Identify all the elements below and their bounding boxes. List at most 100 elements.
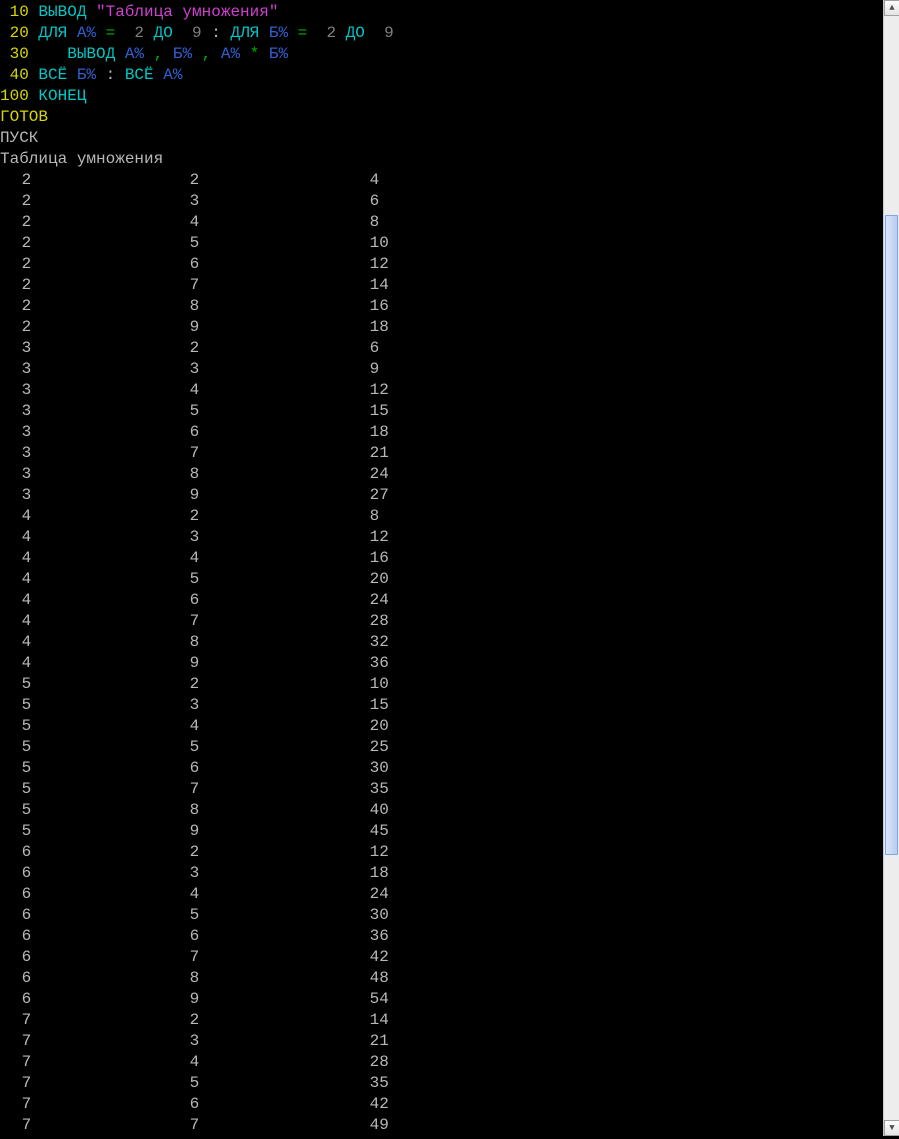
table-row: 3 2 6: [0, 338, 883, 359]
ready-prompt: ГОТОВ: [0, 107, 883, 128]
terminal-output[interactable]: 10 ВЫВОД "Таблица умножения" 20 ДЛЯ А% =…: [0, 0, 883, 1136]
table-row: 4 6 24: [0, 590, 883, 611]
table-row: 4 2 8: [0, 506, 883, 527]
col-product: 32: [360, 632, 389, 653]
col-a: 2: [0, 191, 180, 212]
code-token: ВСЁ: [38, 66, 76, 84]
col-a: 6: [0, 968, 180, 989]
col-product: 12: [360, 254, 389, 275]
col-a: 3: [0, 401, 180, 422]
table-row: 5 6 30: [0, 758, 883, 779]
col-product: 30: [360, 758, 389, 779]
col-b: 2: [180, 842, 360, 863]
col-product: 25: [360, 737, 389, 758]
col-product: 18: [360, 863, 389, 884]
table-row: 2 6 12: [0, 254, 883, 275]
col-product: 15: [360, 695, 389, 716]
line-number: 20: [0, 24, 38, 42]
col-a: 7: [0, 1094, 180, 1115]
code-token: ДО: [144, 24, 192, 42]
scroll-down-button[interactable]: ▼: [884, 1120, 899, 1136]
col-product: 42: [360, 947, 389, 968]
code-token: А%: [125, 45, 144, 63]
col-a: 3: [0, 338, 180, 359]
col-a: 7: [0, 1115, 180, 1136]
col-a: 6: [0, 926, 180, 947]
col-b: 5: [180, 737, 360, 758]
col-a: 2: [0, 296, 180, 317]
col-a: 5: [0, 737, 180, 758]
col-b: 9: [180, 989, 360, 1010]
table-row: 6 3 18: [0, 863, 883, 884]
col-b: 5: [180, 401, 360, 422]
col-a: 4: [0, 527, 180, 548]
col-b: 9: [180, 485, 360, 506]
code-token: Б%: [269, 45, 288, 63]
col-product: 18: [360, 422, 389, 443]
chevron-down-icon: ▼: [889, 1118, 894, 1139]
col-product: 12: [360, 380, 389, 401]
output-title-text: Таблица умножения: [0, 150, 163, 168]
scrollbar-thumb[interactable]: [885, 215, 898, 855]
table-row: 6 2 12: [0, 842, 883, 863]
col-product: 12: [360, 842, 389, 863]
col-b: 3: [180, 191, 360, 212]
code-token: [38, 45, 67, 63]
col-a: 2: [0, 170, 180, 191]
col-product: 24: [360, 884, 389, 905]
col-product: 16: [360, 296, 389, 317]
table-row: 7 3 21: [0, 1031, 883, 1052]
col-product: 20: [360, 569, 389, 590]
code-line: 100 КОНЕЦ: [0, 86, 883, 107]
col-b: 2: [180, 506, 360, 527]
code-token: А%: [77, 24, 96, 42]
col-product: 54: [360, 989, 389, 1010]
col-a: 4: [0, 569, 180, 590]
col-b: 3: [180, 1031, 360, 1052]
col-product: 24: [360, 464, 389, 485]
scroll-up-button[interactable]: ▲: [884, 0, 899, 16]
code-token: :: [96, 66, 125, 84]
code-token: ДЛЯ: [38, 24, 76, 42]
col-product: 36: [360, 653, 389, 674]
col-b: 2: [180, 674, 360, 695]
code-token: А%: [221, 45, 240, 63]
col-product: 16: [360, 548, 389, 569]
code-token: 2: [326, 24, 336, 42]
col-a: 2: [0, 212, 180, 233]
col-product: 14: [360, 275, 389, 296]
col-product: 35: [360, 1073, 389, 1094]
col-a: 3: [0, 464, 180, 485]
col-product: 6: [360, 191, 379, 212]
scrollbar-track[interactable]: [884, 16, 899, 1120]
col-a: 2: [0, 317, 180, 338]
code-token: Б%: [77, 66, 96, 84]
ready-text: ГОТОВ: [0, 108, 48, 126]
code-token: ДО: [336, 24, 384, 42]
col-product: 21: [360, 443, 389, 464]
code-token: *: [240, 45, 269, 63]
col-product: 28: [360, 611, 389, 632]
table-row: 3 6 18: [0, 422, 883, 443]
code-token: КОНЕЦ: [38, 87, 86, 105]
col-product: 35: [360, 779, 389, 800]
table-row: 7 7 49: [0, 1115, 883, 1136]
table-row: 2 9 18: [0, 317, 883, 338]
vertical-scrollbar[interactable]: ▲ ▼: [883, 0, 899, 1136]
code-line: 30 ВЫВОД А% , Б% , А% * Б%: [0, 44, 883, 65]
col-product: 30: [360, 905, 389, 926]
table-row: 6 5 30: [0, 905, 883, 926]
col-b: 8: [180, 968, 360, 989]
line-number: 10: [0, 3, 38, 21]
table-row: 7 6 42: [0, 1094, 883, 1115]
code-token: 9: [384, 24, 394, 42]
table-row: 2 8 16: [0, 296, 883, 317]
col-product: 18: [360, 317, 389, 338]
col-b: 9: [180, 653, 360, 674]
col-a: 4: [0, 611, 180, 632]
run-command: ПУСК: [0, 128, 883, 149]
code-line: 40 ВСЁ Б% : ВСЁ А%: [0, 65, 883, 86]
col-b: 4: [180, 548, 360, 569]
col-product: 14: [360, 1010, 389, 1031]
code-token: =: [96, 24, 134, 42]
